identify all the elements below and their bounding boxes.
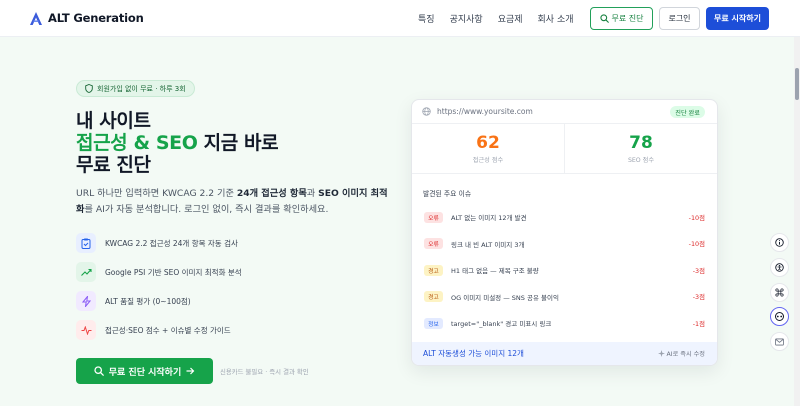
feature-item: KWCAG 2.2 접근성 24개 항목 자동 검사	[76, 232, 242, 254]
list-item: 경고 H1 태그 없음 — 제목 구조 불량 -3점	[412, 257, 717, 284]
feature-text: Google PSI 기반 SEO 이미지 최적화 분석	[105, 267, 242, 277]
scrollbar-thumb[interactable]	[795, 68, 799, 100]
nav-features[interactable]: 특징	[418, 12, 435, 25]
issue-points: -10점	[688, 240, 705, 249]
chat-bot-icon[interactable]	[770, 307, 789, 326]
desc-part: 를 AI가 자동 분석합니다. 로그인 없이, 즉시 결과를 확인하세요.	[84, 204, 329, 215]
feature-text: ALT 품질 평가 (0~100점)	[105, 296, 191, 306]
cta-note: 신용카드 불필요 · 즉시 결과 확인	[220, 368, 309, 376]
list-item: 오류 링크 내 빈 ALT 이미지 3개 -10점	[412, 231, 717, 258]
globe-icon	[422, 107, 431, 116]
feature-item: 접근성·SEO 점수 + 이슈별 수정 가이드	[76, 319, 242, 341]
top-header: ALT Generation 특징 공지사항 요금제 회사 소개 무료 진단 로…	[0, 0, 800, 37]
warning-tag: 경고	[424, 291, 443, 303]
issue-text: ALT 없는 이미지 12개 발견	[451, 214, 527, 223]
start-diagnosis-label: 무료 진단 시작하기	[108, 367, 182, 378]
hero-description: URL 하나만 입력하면 KWCAG 2.2 기준 24개 접근성 항목과 SE…	[76, 186, 391, 218]
hero-title-line1: 내 사이트	[76, 110, 151, 132]
search-icon	[94, 366, 104, 376]
feature-text: 접근성·SEO 점수 + 이슈별 수정 가이드	[105, 325, 231, 335]
info-icon[interactable]	[770, 233, 789, 252]
lightning-icon	[76, 291, 96, 311]
brand-name: ALT Generation	[48, 11, 144, 25]
hero-title-line2: 접근성 & SEO 지금 바로	[76, 132, 279, 154]
issue-text: H1 태그 없음 — 제목 구조 불량	[451, 267, 539, 276]
warning-tag: 경고	[424, 264, 443, 276]
nav-notices[interactable]: 공지사항	[450, 12, 483, 25]
start-diagnosis-button[interactable]: 무료 진단 시작하기	[76, 358, 213, 384]
arrow-right-icon	[186, 367, 195, 375]
sparkle-icon	[657, 350, 665, 357]
issue-list: 오류 ALT 없는 이미지 12개 발견 -10점 오류 링크 내 빈 ALT …	[412, 204, 717, 337]
feature-item: ALT 품질 평가 (0~100점)	[76, 290, 242, 312]
pulse-icon	[76, 320, 96, 340]
login-button[interactable]: 로그인	[659, 7, 700, 30]
hero-title-line3: 무료 진단	[76, 154, 151, 176]
feature-list: KWCAG 2.2 접근성 24개 항목 자동 검사 Google PSI 기반…	[76, 232, 242, 348]
ai-fix-link[interactable]: AI로 즉시 수정	[657, 349, 705, 358]
card-footer: ALT 자동생성 가능 이미지 12개 AI로 즉시 수정	[412, 342, 717, 365]
issue-points: -3점	[692, 293, 705, 302]
free-diagnosis-label: 무료 진단	[611, 14, 644, 23]
hero-title: 내 사이트 접근성 & SEO 지금 바로 무료 진단	[76, 110, 279, 176]
free-badge: 회원가입 없이 무료 · 하루 3회	[76, 80, 195, 97]
desc-part: 과	[306, 188, 319, 199]
issue-points: -1점	[692, 319, 705, 328]
clipboard-check-icon	[76, 233, 96, 253]
feature-item: Google PSI 기반 SEO 이미지 최적화 분석	[76, 261, 242, 283]
mail-icon[interactable]	[770, 332, 789, 351]
alt-generation-count: ALT 자동생성 가능 이미지 12개	[423, 349, 524, 358]
info-tag: 정보	[424, 317, 443, 329]
score-panel: 62 접근성 점수 78 SEO 점수	[412, 124, 717, 174]
trend-up-icon	[76, 262, 96, 282]
issue-text: OG 이미지 미설정 — SNS 공유 불이익	[451, 293, 559, 302]
result-preview-card: https://www.yoursite.com 진단 완료 62 접근성 점수…	[411, 99, 718, 366]
nav-about[interactable]: 회사 소개	[538, 12, 574, 25]
error-tag: 오류	[424, 211, 443, 223]
url-text: https://www.yoursite.com	[437, 107, 533, 116]
accessibility-icon[interactable]	[770, 258, 789, 277]
seo-score-label: SEO 점수	[627, 157, 655, 164]
nav-pricing[interactable]: 요금제	[498, 12, 523, 25]
accessibility-score: 62 접근성 점수	[412, 124, 564, 173]
issue-points: -10점	[688, 213, 705, 222]
error-tag: 오류	[424, 238, 443, 250]
url-bar: https://www.yoursite.com 진단 완료	[412, 100, 717, 124]
command-icon[interactable]	[770, 283, 789, 302]
diagnosis-complete-badge: 진단 완료	[670, 106, 705, 118]
accessibility-score-label: 접근성 점수	[472, 157, 504, 164]
desc-bold: 24개 접근성 항목	[236, 188, 307, 199]
desc-part: URL 하나만 입력하면 KWCAG 2.2 기준	[76, 188, 237, 199]
list-item: 정보 target="_blank" 경고 미표시 링크 -1점	[412, 310, 717, 337]
hero-title-highlight: 접근성 & SEO	[76, 132, 198, 154]
brand-logo[interactable]: ALT Generation	[30, 11, 144, 25]
shield-icon	[85, 84, 93, 93]
issues-title: 발견된 주요 이슈	[423, 190, 472, 198]
search-icon	[599, 14, 609, 23]
hero-title-line2-rest: 지금 바로	[197, 132, 279, 154]
seo-score: 78 SEO 점수	[564, 124, 717, 173]
list-item: 경고 OG 이미지 미설정 — SNS 공유 불이익 -3점	[412, 284, 717, 311]
issue-text: target="_blank" 경고 미표시 링크	[451, 320, 552, 329]
free-badge-text: 회원가입 없이 무료 · 하루 3회	[97, 84, 186, 93]
accessibility-score-value: 62	[476, 133, 500, 153]
feature-text: KWCAG 2.2 접근성 24개 항목 자동 검사	[105, 238, 238, 248]
ai-fix-label: AI로 즉시 수정	[666, 351, 705, 358]
issue-points: -3점	[692, 266, 705, 275]
logo-a-icon	[30, 11, 42, 25]
free-diagnosis-button[interactable]: 무료 진단	[590, 7, 653, 30]
seo-score-value: 78	[629, 133, 653, 153]
main-nav: 특징 공지사항 요금제 회사 소개	[418, 12, 574, 25]
list-item: 오류 ALT 없는 이미지 12개 발견 -10점	[412, 204, 717, 231]
issue-text: 링크 내 빈 ALT 이미지 3개	[451, 240, 525, 249]
start-free-button[interactable]: 무료 시작하기	[706, 7, 769, 30]
